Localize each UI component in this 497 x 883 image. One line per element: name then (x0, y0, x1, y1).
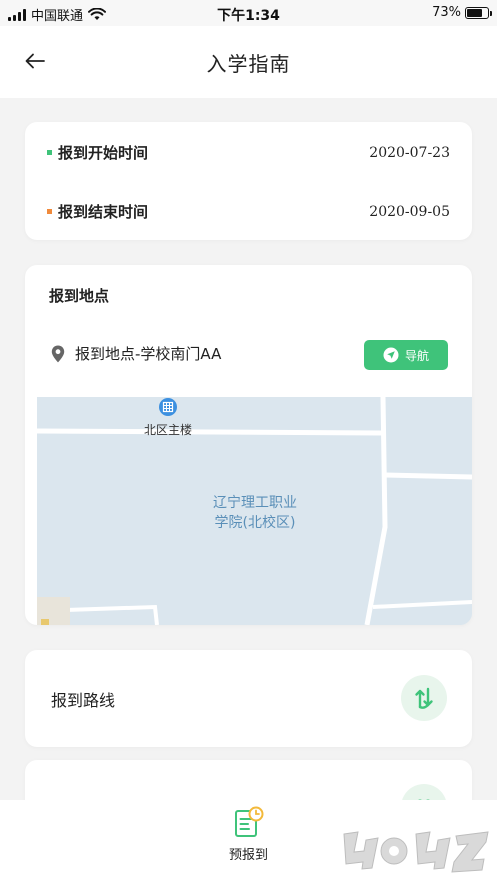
route-button[interactable] (401, 675, 447, 721)
start-time-row: 报到开始时间 2020-07-23 (47, 142, 450, 163)
tab-pre-register[interactable]: 预报到 (170, 806, 327, 863)
battery-percent: 73% (432, 5, 461, 20)
map-campus-line2: 学院(北校区) (214, 515, 296, 531)
map-poi-label: 北区主楼 (143, 423, 192, 437)
status-right: 73% (432, 5, 492, 20)
navigation-bar: 入学指南 (0, 26, 497, 98)
location-title: 报到地点 (49, 287, 110, 305)
navigate-label: 导航 (404, 348, 429, 363)
route-arrows-icon (415, 687, 433, 709)
schedule-card: 报到开始时间 2020-07-23 报到结束时间 2020-09-05 (25, 122, 472, 240)
document-clock-icon (234, 806, 263, 837)
location-card: 报到地点 报到地点-学校南门AA 导航 北区主楼 辽宁理工职业 学院(北校区) (25, 265, 472, 625)
route-label: 报到路线 (51, 691, 116, 710)
location-address: 报到地点-学校南门AA (75, 345, 222, 363)
end-time-row: 报到结束时间 2020-09-05 (47, 201, 450, 222)
campus-map[interactable]: 北区主楼 辽宁理工职业 学院(北校区) (37, 397, 472, 625)
tab-pre-register-label: 预报到 (228, 848, 268, 863)
start-time-value: 2020-07-23 (369, 144, 450, 161)
page-title: 入学指南 (206, 52, 291, 76)
map-campus-line1: 辽宁理工职业 (213, 495, 297, 511)
location-address-row: 报到地点-学校南门AA (51, 343, 221, 364)
building-marker-icon (159, 398, 177, 416)
navigate-button[interactable]: 导航 (364, 340, 448, 370)
status-time: 下午1:34 (217, 8, 280, 24)
route-card[interactable]: 报到路线 (25, 650, 472, 747)
start-dot (47, 150, 52, 155)
site-watermark (338, 822, 493, 878)
watermark-logo (343, 831, 489, 873)
end-dot (47, 209, 52, 214)
status-bar: 中国联通 下午1:34 73% (0, 0, 497, 26)
map-campus-label: 辽宁理工职业 学院(北校区) (185, 493, 325, 533)
end-time-label-group: 报到结束时间 (47, 201, 148, 222)
end-time-value: 2020-09-05 (369, 203, 450, 220)
location-pin-icon (51, 345, 65, 362)
start-time-label-group: 报到开始时间 (47, 142, 148, 163)
map-poi-main-building[interactable]: 北区主楼 (133, 397, 203, 438)
end-time-label: 报到结束时间 (58, 203, 149, 221)
battery-icon (465, 6, 492, 19)
start-time-label: 报到开始时间 (58, 144, 149, 162)
compass-arrow-icon (383, 347, 399, 363)
